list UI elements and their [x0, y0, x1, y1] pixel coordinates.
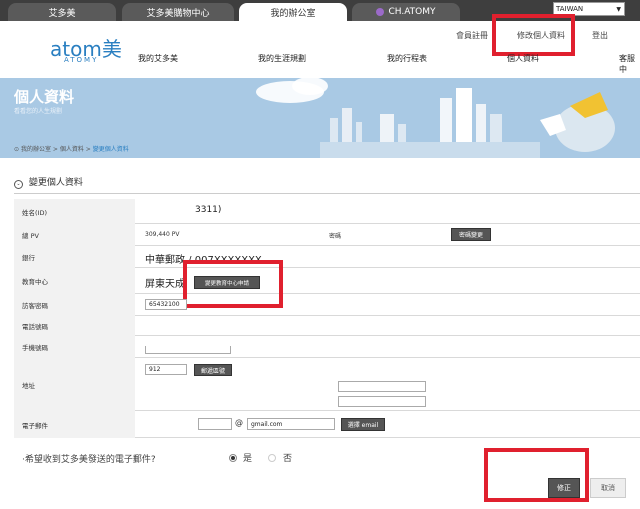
- edu-center-value: 屏東天成: [145, 279, 185, 290]
- email-domain-input[interactable]: gmail.com: [247, 418, 335, 430]
- nav-career-plan[interactable]: 我的生涯規劃: [258, 53, 306, 64]
- zip-code-button[interactable]: 郵遞區號: [194, 364, 232, 376]
- chevron-down-icon: ▼: [616, 5, 621, 13]
- newsletter-no-radio[interactable]: [268, 454, 276, 462]
- submit-button[interactable]: 修正: [548, 478, 580, 498]
- edu-center-label: 教育中心: [14, 268, 135, 294]
- mobile-label: 手機號碼: [14, 336, 135, 358]
- breadcrumb-profile[interactable]: 個人資料: [60, 146, 84, 153]
- email-at-sign: @: [235, 418, 243, 427]
- zip-code-input[interactable]: 912: [145, 364, 187, 375]
- email-label: 電子郵件: [14, 411, 135, 438]
- ch-atomy-icon: [376, 8, 385, 16]
- name-label: 姓名(ID): [14, 199, 135, 224]
- email-user-input[interactable]: [198, 418, 232, 430]
- pv-value: 309,440 PV: [145, 231, 180, 238]
- mobile-input[interactable]: [145, 346, 231, 354]
- newsletter-yes-label: 是: [243, 454, 253, 464]
- phone-label: 電話號碼: [14, 316, 135, 336]
- address-line2-input[interactable]: [338, 396, 426, 407]
- section-title: ⌄ 變更個人資料: [14, 175, 83, 189]
- breadcrumb-my-office[interactable]: 我的辦公室: [21, 146, 51, 153]
- edit-profile-link[interactable]: 修改個人資料: [517, 30, 565, 41]
- visitor-password-input[interactable]: 65432100: [145, 299, 187, 310]
- newsletter-yes-radio[interactable]: [229, 454, 237, 462]
- change-edu-center-button[interactable]: 變更教育中心申請: [194, 276, 260, 289]
- section-divider: [14, 193, 640, 194]
- select-email-button[interactable]: 選擇 email: [341, 418, 385, 431]
- address-label: 地址: [14, 358, 135, 411]
- nav-my-atomy[interactable]: 我的艾多美: [138, 53, 178, 64]
- section-title-label: 變更個人資料: [28, 178, 83, 188]
- nav-profile[interactable]: 個人資料: [507, 53, 539, 64]
- nav-schedule[interactable]: 我的行程表: [387, 53, 427, 64]
- tab-atomy[interactable]: 艾多美: [8, 3, 116, 21]
- name-value: 3311): [195, 205, 222, 215]
- region-value: TAIWAN: [556, 5, 584, 13]
- breadcrumb: ⊙ 我的辦公室 > 個人資料 > 變更個人資料: [14, 144, 129, 153]
- register-link[interactable]: 會員註冊: [456, 30, 488, 41]
- cancel-button[interactable]: 取消: [590, 478, 626, 498]
- bank-label: 銀行: [14, 246, 135, 268]
- chevron-down-circle-icon: ⌄: [14, 180, 23, 189]
- pv-label: 總 PV: [14, 224, 135, 246]
- change-password-button[interactable]: 密碼變更: [451, 228, 491, 241]
- page-subtitle: 看看您的人生規劃: [14, 108, 63, 115]
- tab-ch-atomy[interactable]: CH.ATOMY: [352, 3, 460, 21]
- nav-customer-service[interactable]: 客服中: [619, 53, 640, 75]
- tab-ch-atomy-label: CH.ATOMY: [388, 7, 436, 17]
- password-label: 密碼: [329, 233, 342, 240]
- tab-shopping-mall[interactable]: 艾多美購物中心: [122, 3, 234, 21]
- home-icon: ⊙: [14, 146, 20, 153]
- newsletter-no-label: 否: [283, 454, 293, 464]
- newsletter-question: ·希望收到艾多美發送的電子郵件?: [22, 455, 156, 465]
- page-title: 個人資料: [14, 88, 75, 106]
- tab-my-office[interactable]: 我的辦公室: [239, 3, 347, 21]
- breadcrumb-sep: >: [85, 146, 91, 153]
- logout-link[interactable]: 登出: [592, 30, 608, 41]
- breadcrumb-sep: >: [52, 146, 58, 153]
- breadcrumb-current: 變更個人資料: [92, 146, 129, 153]
- visitor-password-label: 訪客密碼: [14, 294, 135, 316]
- address-line1-input[interactable]: [338, 381, 426, 392]
- atomy-logo-sub: ATOMY: [64, 56, 99, 64]
